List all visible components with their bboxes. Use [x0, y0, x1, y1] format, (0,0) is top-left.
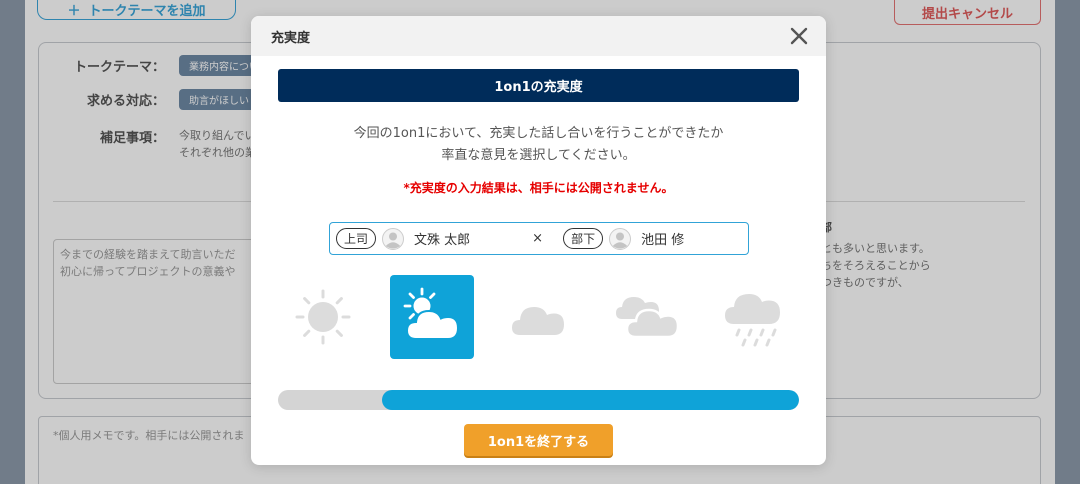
close-icon: [790, 27, 808, 45]
progress-fill: [382, 390, 799, 410]
subordinate-name: 池田 修: [641, 233, 685, 248]
satisfaction-progress-bar: [278, 390, 799, 410]
boss-role-badge: 上司: [336, 228, 377, 249]
description-line: 今回の1on1において、充実した話し合いを行うことができたか: [353, 126, 724, 141]
weather-rating-options: [251, 275, 826, 359]
boss-info: 上司 文殊 太郎: [336, 227, 471, 250]
sun-behind-cloud-icon: [403, 287, 460, 340]
avatar-icon: [382, 227, 405, 250]
end-1on1-button[interactable]: 1on1を終了する: [464, 424, 613, 456]
participants-box: 上司 文殊 太郎 × 部下 池田 修: [329, 222, 749, 255]
avatar-icon: [609, 227, 632, 250]
boss-name: 文殊 太郎: [414, 233, 471, 248]
weather-option-rainy[interactable]: [712, 275, 796, 359]
double-cloud-icon: [616, 297, 680, 339]
cloud-icon: [512, 307, 564, 335]
section-banner: 1on1の充実度: [278, 69, 799, 102]
weather-option-overcast[interactable]: [606, 275, 690, 359]
close-button[interactable]: [788, 25, 810, 47]
modal-title: 充実度: [271, 30, 311, 46]
subordinate-role-badge: 部下: [563, 228, 604, 249]
weather-option-sunny[interactable]: [281, 275, 365, 359]
satisfaction-modal: 充実度 1on1の充実度 今回の1on1において、充実した話し合いを行うことがで…: [251, 16, 826, 465]
description-line: 率直な意見を選択してください。: [441, 148, 636, 163]
description: 今回の1on1において、充実した話し合いを行うことができたか 率直な意見を選択し…: [251, 123, 826, 167]
weather-option-cloudy[interactable]: [497, 275, 581, 359]
sunny-icon: [295, 289, 351, 345]
times-separator: ×: [532, 231, 544, 246]
rain-cloud-icon: [725, 294, 780, 347]
weather-option-sun-behind-cloud[interactable]: [390, 275, 474, 359]
subordinate-info: 部下 池田 修: [563, 227, 685, 250]
privacy-notice: *充実度の入力結果は、相手には公開されません。: [403, 181, 674, 195]
modal-header: 充実度: [251, 16, 826, 56]
